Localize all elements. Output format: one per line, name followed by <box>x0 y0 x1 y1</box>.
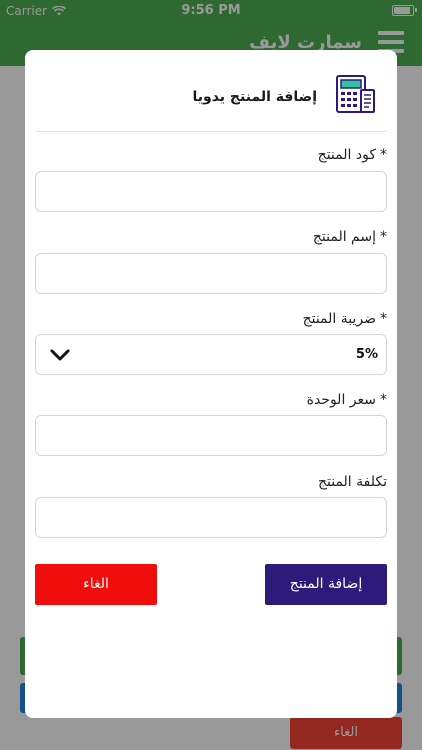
unit-price-input[interactable] <box>35 415 387 456</box>
product-code-label: *كود المنتج <box>317 147 387 163</box>
required-mark: * <box>380 229 387 245</box>
product-tax-label: *ضريبة المنتج <box>302 311 387 327</box>
unit-price-label: *سعر الوحدة <box>306 392 387 408</box>
required-mark: * <box>380 147 387 163</box>
product-name-label: *إسم المنتج <box>312 229 387 245</box>
product-code-input[interactable] <box>35 171 387 212</box>
product-cost-input[interactable] <box>35 497 387 538</box>
add-product-button[interactable]: إضافة المنتج <box>265 564 387 605</box>
cancel-button[interactable]: الغاء <box>35 564 157 605</box>
product-name-input[interactable] <box>35 253 387 294</box>
chevron-down-icon <box>50 349 70 361</box>
product-cost-label: تكلفة المنتج <box>317 474 387 490</box>
dialog-title: إضافة المنتج يدويا <box>192 89 317 105</box>
product-tax-select[interactable]: 5% <box>35 334 387 375</box>
tax-selected-value: 5% <box>355 347 378 362</box>
add-product-dialog: إضافة المنتج يدويا *كود المنتج *إسم المن… <box>25 50 397 718</box>
calculator-receipt-icon <box>336 75 375 113</box>
required-mark: * <box>380 311 387 327</box>
required-mark: * <box>380 392 387 408</box>
dialog-header: إضافة المنتج يدويا <box>35 50 387 132</box>
